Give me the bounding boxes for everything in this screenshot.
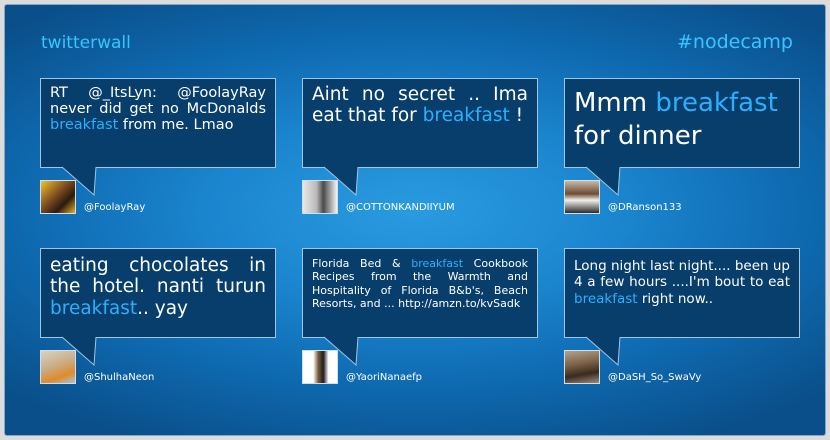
tweet-bubble: RT @_ItsLyn: @FoolayRay never did get no… [40, 78, 276, 168]
avatar[interactable] [564, 180, 600, 214]
tweet-text-end: for dinner [574, 120, 702, 151]
tweet-handle[interactable]: @DRanson133 [608, 202, 682, 213]
tweet-keyword: breakfast [422, 104, 510, 126]
tweet-bubble: eating chocolates in the hotel. nanti tu… [40, 248, 276, 338]
tweet-text: Long night last night.... been up 4 a fe… [574, 258, 790, 291]
tweet-text: RT @_ItsLyn: @FoolayRay never did get no… [50, 85, 266, 118]
tweet-text-end: ! [509, 104, 524, 126]
tweet-text: eating chocolates in the hotel. nanti tu… [50, 255, 266, 298]
hashtag-label: #nodecamp [677, 31, 793, 53]
avatar[interactable] [40, 180, 76, 214]
brand-title: twitterwall [41, 33, 131, 53]
tweet-handle[interactable]: @DaSH_So_SwaVy [608, 372, 701, 383]
twitterwall-screen: twitterwall #nodecamp RT @_ItsLyn: @Fool… [4, 4, 826, 436]
tweet-text: Mmm [574, 88, 656, 118]
tweet-text-end: right now.. [637, 290, 714, 307]
tweet-bubble: Long night last night.... been up 4 a fe… [564, 248, 800, 338]
tweet-text-end: from me. Lmao [118, 117, 234, 134]
tweet-keyword: breakfast [574, 290, 638, 307]
tweet-text-end: .. yay [137, 297, 188, 319]
tweet-keyword: breakfast [50, 117, 119, 134]
tweet-bubble: Mmm breakfast for dinner [564, 78, 800, 168]
tweet-handle[interactable]: @COTTONKANDIIYUM [346, 202, 455, 213]
tweet-handle[interactable]: @YaoriNanaefp [346, 372, 422, 383]
tweet-keyword: breakfast [411, 257, 464, 270]
tweet-handle[interactable]: @FoolayRay [84, 202, 145, 213]
tweet-text: Florida Bed & [312, 257, 412, 270]
avatar[interactable] [40, 350, 76, 384]
tweet-keyword: breakfast [50, 297, 138, 319]
tweet-keyword: breakfast [655, 88, 778, 118]
tweet-bubble: Florida Bed & breakfast Cookbook Recipes… [302, 248, 538, 338]
tweet-handle[interactable]: @ShulhaNeon [84, 372, 154, 383]
tweet-bubble: Aint no secret .. Ima eat that for break… [302, 78, 538, 168]
avatar[interactable] [564, 350, 600, 384]
avatar[interactable] [302, 350, 338, 384]
avatar[interactable] [302, 180, 338, 214]
